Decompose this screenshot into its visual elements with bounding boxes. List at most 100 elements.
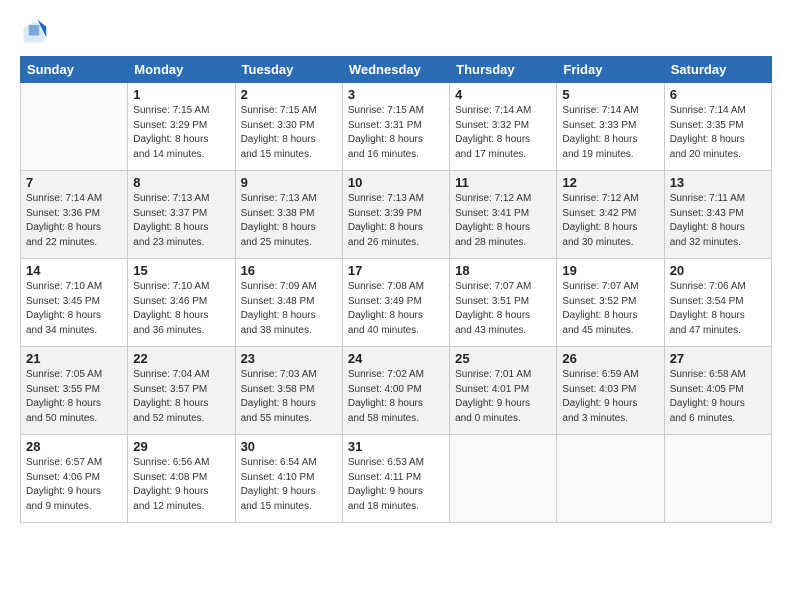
calendar-cell: 25Sunrise: 7:01 AM Sunset: 4:01 PM Dayli…	[450, 347, 557, 435]
day-number: 11	[455, 175, 551, 190]
day-info: Sunrise: 6:57 AM Sunset: 4:06 PM Dayligh…	[26, 456, 122, 514]
calendar-cell: 13 Sunrise: 7:11 AM Sunset: 3:43 PM Dayli…	[664, 171, 771, 259]
calendar-cell: 3Sunrise: 7:15 AM Sunset: 3:31 PM Daylig…	[342, 83, 449, 171]
day-number: 19	[562, 263, 658, 278]
day-number: 23	[241, 351, 337, 366]
calendar-day-header: Sunday	[21, 57, 128, 83]
calendar-cell: 21 Sunrise: 7:05 AM Sunset: 3:55 PM Dayli…	[21, 347, 128, 435]
day-number: 10	[348, 175, 444, 190]
day-info: Sunrise: 7:14 AM Sunset: 3:32 PM Dayligh…	[455, 104, 551, 162]
day-number: 28	[26, 439, 122, 454]
day-number: 16	[241, 263, 337, 278]
day-number: 18	[455, 263, 551, 278]
calendar-cell: 16 Sunrise: 7:09 AM Sunset: 3:48 PM Dayli…	[235, 259, 342, 347]
day-info: Sunrise: 6:54 AM Sunset: 4:10 PM Dayligh…	[241, 456, 337, 514]
calendar-week-row: 21 Sunrise: 7:05 AM Sunset: 3:55 PM Dayli…	[21, 347, 772, 435]
day-info: Sunrise: 7:14 AM Sunset: 3:35 PM Dayligh…	[670, 104, 766, 162]
day-number: 1	[133, 87, 229, 102]
day-info: Sunrise: 6:58 AM Sunset: 4:05 PM Dayligh…	[670, 368, 766, 426]
day-number: 8	[133, 175, 229, 190]
day-info: Sunrise: 7:13 AM Sunset: 3:38 PM Dayligh…	[241, 192, 337, 250]
calendar-cell: 10 Sunrise: 7:13 AM Sunset: 3:39 PM Dayli…	[342, 171, 449, 259]
calendar-cell: 9 Sunrise: 7:13 AM Sunset: 3:38 PM Daylig…	[235, 171, 342, 259]
day-number: 4	[455, 87, 551, 102]
day-number: 14	[26, 263, 122, 278]
header	[20, 18, 772, 46]
calendar-cell: 19 Sunrise: 7:07 AM Sunset: 3:52 PM Dayli…	[557, 259, 664, 347]
calendar-cell: 7Sunrise: 7:14 AM Sunset: 3:36 PM Daylig…	[21, 171, 128, 259]
day-info: Sunrise: 7:02 AM Sunset: 4:00 PM Dayligh…	[348, 368, 444, 426]
day-number: 24	[348, 351, 444, 366]
day-info: Sunrise: 7:11 AM Sunset: 3:43 PM Dayligh…	[670, 192, 766, 250]
logo	[20, 18, 52, 46]
calendar-cell: 11 Sunrise: 7:12 AM Sunset: 3:41 PM Dayli…	[450, 171, 557, 259]
day-info: Sunrise: 7:03 AM Sunset: 3:58 PM Dayligh…	[241, 368, 337, 426]
calendar-cell	[664, 435, 771, 523]
day-info: Sunrise: 7:05 AM Sunset: 3:55 PM Dayligh…	[26, 368, 122, 426]
day-info: Sunrise: 7:12 AM Sunset: 3:41 PM Dayligh…	[455, 192, 551, 250]
day-number: 15	[133, 263, 229, 278]
calendar-cell: 29 Sunrise: 6:56 AM Sunset: 4:08 PM Dayli…	[128, 435, 235, 523]
day-number: 17	[348, 263, 444, 278]
calendar-cell: 4 Sunrise: 7:14 AM Sunset: 3:32 PM Daylig…	[450, 83, 557, 171]
calendar-day-header: Saturday	[664, 57, 771, 83]
day-info: Sunrise: 7:10 AM Sunset: 3:46 PM Dayligh…	[133, 280, 229, 338]
calendar-cell: 5 Sunrise: 7:14 AM Sunset: 3:33 PM Daylig…	[557, 83, 664, 171]
day-info: Sunrise: 7:13 AM Sunset: 3:39 PM Dayligh…	[348, 192, 444, 250]
calendar-cell: 6 Sunrise: 7:14 AM Sunset: 3:35 PM Daylig…	[664, 83, 771, 171]
day-info: Sunrise: 7:01 AM Sunset: 4:01 PM Dayligh…	[455, 368, 551, 426]
day-info: Sunrise: 7:15 AM Sunset: 3:29 PM Dayligh…	[133, 104, 229, 162]
calendar-cell: 20Sunrise: 7:06 AM Sunset: 3:54 PM Dayli…	[664, 259, 771, 347]
day-number: 22	[133, 351, 229, 366]
day-number: 7	[26, 175, 122, 190]
day-number: 26	[562, 351, 658, 366]
logo-icon	[20, 18, 48, 46]
day-number: 6	[670, 87, 766, 102]
day-number: 12	[562, 175, 658, 190]
calendar-week-row: 7Sunrise: 7:14 AM Sunset: 3:36 PM Daylig…	[21, 171, 772, 259]
calendar-cell: 22 Sunrise: 7:04 AM Sunset: 3:57 PM Dayli…	[128, 347, 235, 435]
day-number: 27	[670, 351, 766, 366]
calendar-day-header: Monday	[128, 57, 235, 83]
page: SundayMondayTuesdayWednesdayThursdayFrid…	[0, 0, 792, 612]
calendar-cell: 23 Sunrise: 7:03 AM Sunset: 3:58 PM Dayli…	[235, 347, 342, 435]
day-number: 3	[348, 87, 444, 102]
calendar-cell: 30 Sunrise: 6:54 AM Sunset: 4:10 PM Dayli…	[235, 435, 342, 523]
calendar-cell: 1 Sunrise: 7:15 AM Sunset: 3:29 PM Daylig…	[128, 83, 235, 171]
calendar-day-header: Tuesday	[235, 57, 342, 83]
calendar-cell	[557, 435, 664, 523]
day-info: Sunrise: 7:12 AM Sunset: 3:42 PM Dayligh…	[562, 192, 658, 250]
calendar-week-row: 1 Sunrise: 7:15 AM Sunset: 3:29 PM Daylig…	[21, 83, 772, 171]
day-number: 21	[26, 351, 122, 366]
day-number: 2	[241, 87, 337, 102]
day-number: 13	[670, 175, 766, 190]
calendar-week-row: 14 Sunrise: 7:10 AM Sunset: 3:45 PM Dayli…	[21, 259, 772, 347]
day-info: Sunrise: 7:04 AM Sunset: 3:57 PM Dayligh…	[133, 368, 229, 426]
calendar-day-header: Friday	[557, 57, 664, 83]
day-number: 5	[562, 87, 658, 102]
day-number: 29	[133, 439, 229, 454]
day-info: Sunrise: 7:15 AM Sunset: 3:30 PM Dayligh…	[241, 104, 337, 162]
calendar-cell	[450, 435, 557, 523]
day-info: Sunrise: 6:56 AM Sunset: 4:08 PM Dayligh…	[133, 456, 229, 514]
day-info: Sunrise: 7:09 AM Sunset: 3:48 PM Dayligh…	[241, 280, 337, 338]
day-number: 30	[241, 439, 337, 454]
calendar-cell	[21, 83, 128, 171]
day-number: 9	[241, 175, 337, 190]
day-info: Sunrise: 7:14 AM Sunset: 3:33 PM Dayligh…	[562, 104, 658, 162]
calendar-day-header: Thursday	[450, 57, 557, 83]
day-info: Sunrise: 7:10 AM Sunset: 3:45 PM Dayligh…	[26, 280, 122, 338]
calendar-cell: 18Sunrise: 7:07 AM Sunset: 3:51 PM Dayli…	[450, 259, 557, 347]
calendar-week-row: 28 Sunrise: 6:57 AM Sunset: 4:06 PM Dayli…	[21, 435, 772, 523]
calendar-cell: 15 Sunrise: 7:10 AM Sunset: 3:46 PM Dayli…	[128, 259, 235, 347]
calendar-header-row: SundayMondayTuesdayWednesdayThursdayFrid…	[21, 57, 772, 83]
calendar-cell: 24 Sunrise: 7:02 AM Sunset: 4:00 PM Dayli…	[342, 347, 449, 435]
calendar-cell: 31Sunrise: 6:53 AM Sunset: 4:11 PM Dayli…	[342, 435, 449, 523]
calendar-cell: 28 Sunrise: 6:57 AM Sunset: 4:06 PM Dayli…	[21, 435, 128, 523]
day-info: Sunrise: 6:59 AM Sunset: 4:03 PM Dayligh…	[562, 368, 658, 426]
calendar-cell: 8Sunrise: 7:13 AM Sunset: 3:37 PM Daylig…	[128, 171, 235, 259]
day-info: Sunrise: 6:53 AM Sunset: 4:11 PM Dayligh…	[348, 456, 444, 514]
calendar-cell: 27 Sunrise: 6:58 AM Sunset: 4:05 PM Dayli…	[664, 347, 771, 435]
calendar-day-header: Wednesday	[342, 57, 449, 83]
day-info: Sunrise: 7:07 AM Sunset: 3:52 PM Dayligh…	[562, 280, 658, 338]
